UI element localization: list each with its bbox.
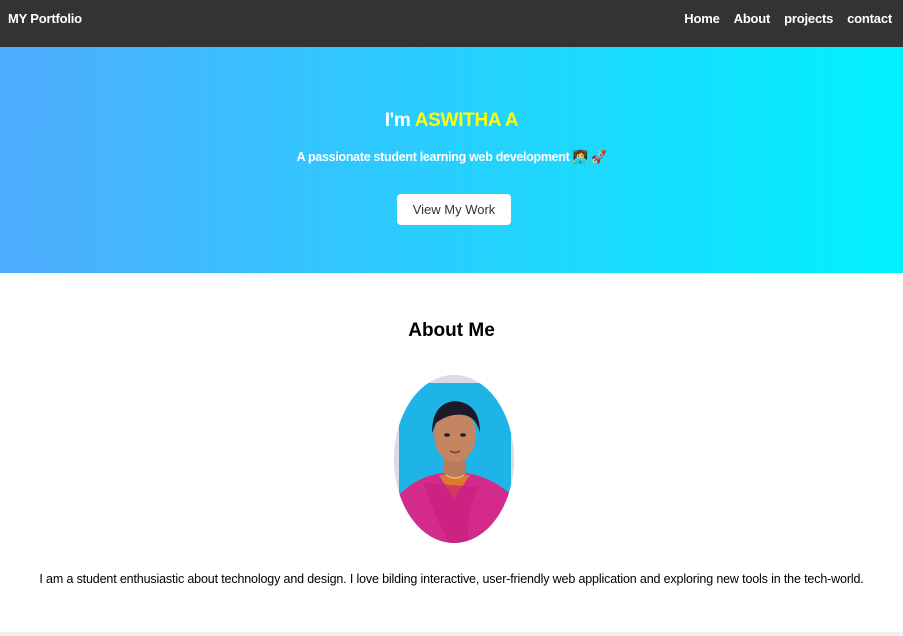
hero-title: I'm ASWITHA A: [0, 110, 903, 132]
profile-photo-icon: [394, 375, 514, 543]
nav-link-projects[interactable]: projects: [784, 11, 833, 26]
about-text: I am a student enthusiastic about techno…: [39, 572, 864, 586]
hero-greeting: I'm: [384, 110, 411, 131]
hero-section: I'm ASWITHA A A passionate student learn…: [0, 47, 903, 273]
brand-logo[interactable]: MY Portfolio: [8, 11, 82, 26]
hero-name: ASWITHA A: [414, 110, 519, 131]
nav-links: Home About projects contact: [684, 11, 892, 26]
view-my-work-button[interactable]: View My Work: [397, 194, 511, 225]
top-navbar: MY Portfolio Home About projects contact: [0, 0, 903, 47]
profile-photo: [394, 375, 514, 543]
nav-link-home[interactable]: Home: [684, 11, 720, 26]
nav-link-about[interactable]: About: [734, 11, 771, 26]
bottom-divider: [0, 632, 903, 636]
about-title: About Me: [408, 320, 495, 341]
nav-link-contact[interactable]: contact: [847, 11, 892, 26]
hero-subtitle: A passionate student learning web develo…: [296, 150, 607, 164]
